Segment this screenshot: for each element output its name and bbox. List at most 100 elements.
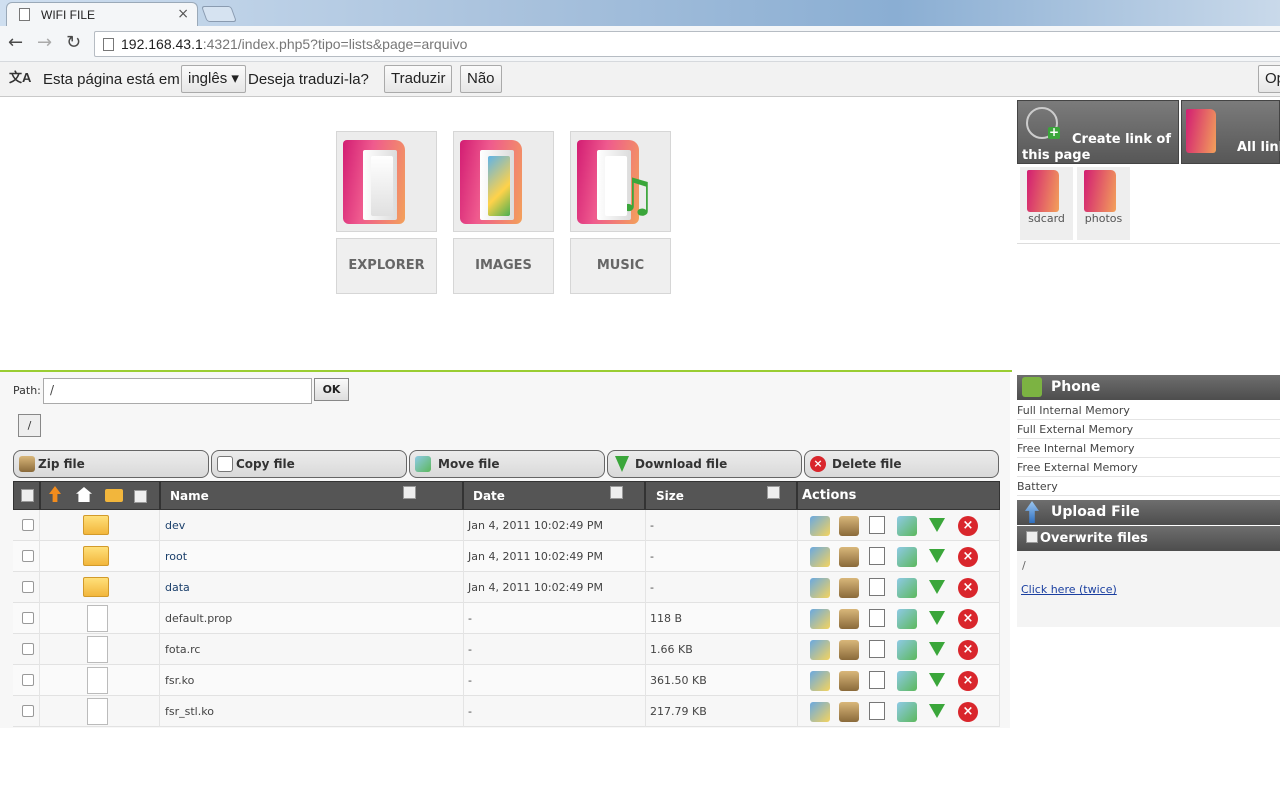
- zip-icon[interactable]: [839, 578, 859, 598]
- move-icon[interactable]: [897, 702, 917, 722]
- copy-icon[interactable]: [869, 609, 885, 627]
- copy-icon[interactable]: [869, 671, 885, 689]
- images-tile-icon[interactable]: [453, 131, 554, 232]
- move-icon[interactable]: [897, 609, 917, 629]
- move-icon[interactable]: [897, 547, 917, 567]
- reload-icon[interactable]: ↻: [66, 32, 81, 53]
- edit-icon[interactable]: [810, 609, 830, 629]
- edit-icon[interactable]: [810, 578, 830, 598]
- home-icon[interactable]: [76, 487, 92, 502]
- move-icon[interactable]: [897, 578, 917, 598]
- edit-icon[interactable]: [810, 516, 830, 536]
- close-tab-icon[interactable]: ×: [177, 6, 189, 22]
- path-input[interactable]: /: [43, 378, 312, 404]
- file-icon[interactable]: [87, 667, 108, 694]
- edit-icon[interactable]: [810, 640, 830, 660]
- table-row[interactable]: fota.rc - 1.66 KB ×: [13, 634, 1000, 665]
- table-row[interactable]: root Jan 4, 2011 10:02:49 PM - ×: [13, 541, 1000, 572]
- download-icon[interactable]: [929, 549, 945, 563]
- folder-icon[interactable]: [83, 515, 109, 535]
- address-bar[interactable]: 192.168.43.1:4321/index.php5?tipo=lists&…: [94, 31, 1280, 57]
- explorer-tile-icon[interactable]: [336, 131, 437, 232]
- breadcrumb-root[interactable]: /: [18, 414, 41, 437]
- folder-icon[interactable]: [83, 546, 109, 566]
- zip-icon[interactable]: [839, 547, 859, 567]
- new-folder-icon[interactable]: [105, 489, 123, 502]
- shortcut-photos[interactable]: photos: [1077, 167, 1130, 240]
- row-checkbox[interactable]: [22, 705, 34, 717]
- zip-icon[interactable]: [839, 609, 859, 629]
- table-row[interactable]: default.prop - 118 B ×: [13, 603, 1000, 634]
- file-icon[interactable]: [87, 636, 108, 663]
- file-icon[interactable]: [87, 605, 108, 632]
- overwrite-checkbox[interactable]: [1026, 531, 1038, 543]
- row-checkbox[interactable]: [22, 643, 34, 655]
- explorer-tile-label[interactable]: EXPLORER: [336, 238, 437, 294]
- date-header[interactable]: Date: [463, 481, 645, 510]
- download-icon[interactable]: [929, 611, 945, 625]
- language-select[interactable]: inglês ▾: [181, 65, 246, 93]
- download-icon[interactable]: [929, 580, 945, 594]
- row-checkbox[interactable]: [22, 612, 34, 624]
- upload-header[interactable]: Upload File: [1017, 500, 1280, 525]
- music-tile-label[interactable]: MUSIC: [570, 238, 671, 294]
- download-icon[interactable]: [929, 518, 945, 532]
- upload-click-link[interactable]: Click here (twice): [1021, 583, 1117, 596]
- copy-icon[interactable]: [869, 516, 885, 534]
- zip-file-button[interactable]: Zip file: [13, 450, 209, 478]
- name-header[interactable]: Name: [160, 481, 463, 510]
- row-checkbox[interactable]: [22, 550, 34, 562]
- name-sort-checkbox[interactable]: [403, 486, 416, 499]
- create-link-button[interactable]: + Create link of this page: [1017, 100, 1179, 164]
- move-icon[interactable]: [897, 671, 917, 691]
- copy-icon[interactable]: [869, 640, 885, 658]
- zip-icon[interactable]: [839, 671, 859, 691]
- no-translate-button[interactable]: Não: [460, 65, 502, 93]
- table-row[interactable]: fsr.ko - 361.50 KB ×: [13, 665, 1000, 696]
- zip-icon[interactable]: [839, 702, 859, 722]
- row-checkbox[interactable]: [22, 581, 34, 593]
- delete-icon[interactable]: ×: [958, 547, 978, 567]
- file-name[interactable]: root: [165, 550, 187, 563]
- delete-icon[interactable]: ×: [958, 671, 978, 691]
- download-icon[interactable]: [929, 642, 945, 656]
- file-name[interactable]: dev: [165, 519, 185, 532]
- path-ok-button[interactable]: OK: [314, 378, 349, 401]
- delete-icon[interactable]: ×: [958, 578, 978, 598]
- delete-icon[interactable]: ×: [958, 516, 978, 536]
- forward-icon[interactable]: →: [37, 32, 52, 53]
- new-tab-button[interactable]: [201, 6, 237, 22]
- download-icon[interactable]: [929, 704, 945, 718]
- file-name[interactable]: data: [165, 581, 190, 594]
- copy-icon[interactable]: [869, 702, 885, 720]
- table-row[interactable]: dev Jan 4, 2011 10:02:49 PM - ×: [13, 510, 1000, 541]
- copy-icon[interactable]: [869, 578, 885, 596]
- folder-icon[interactable]: [83, 577, 109, 597]
- delete-icon[interactable]: ×: [958, 640, 978, 660]
- size-header[interactable]: Size: [645, 481, 797, 510]
- all-links-button[interactable]: All link: [1181, 100, 1280, 164]
- music-tile-icon[interactable]: ♫: [570, 131, 671, 232]
- edit-icon[interactable]: [810, 547, 830, 567]
- select-all-checkbox[interactable]: [21, 489, 34, 502]
- overwrite-row[interactable]: Overwrite files: [1017, 526, 1280, 551]
- delete-icon[interactable]: ×: [958, 609, 978, 629]
- move-icon[interactable]: [897, 516, 917, 536]
- move-file-button[interactable]: Move file: [409, 450, 605, 478]
- table-row[interactable]: fsr_stl.ko - 217.79 KB ×: [13, 696, 1000, 727]
- copy-file-button[interactable]: Copy file: [211, 450, 407, 478]
- file-icon[interactable]: [87, 698, 108, 725]
- images-tile-label[interactable]: IMAGES: [453, 238, 554, 294]
- move-icon[interactable]: [897, 640, 917, 660]
- edit-icon[interactable]: [810, 671, 830, 691]
- up-folder-icon[interactable]: [49, 486, 61, 502]
- size-sort-checkbox[interactable]: [767, 486, 780, 499]
- row-checkbox[interactable]: [22, 674, 34, 686]
- back-icon[interactable]: ←: [8, 32, 23, 53]
- options-button[interactable]: Op: [1258, 65, 1280, 93]
- copy-icon[interactable]: [869, 547, 885, 565]
- download-file-button[interactable]: Download file: [607, 450, 802, 478]
- shortcut-sdcard[interactable]: sdcard: [1020, 167, 1073, 240]
- edit-icon[interactable]: [810, 702, 830, 722]
- download-icon[interactable]: [929, 673, 945, 687]
